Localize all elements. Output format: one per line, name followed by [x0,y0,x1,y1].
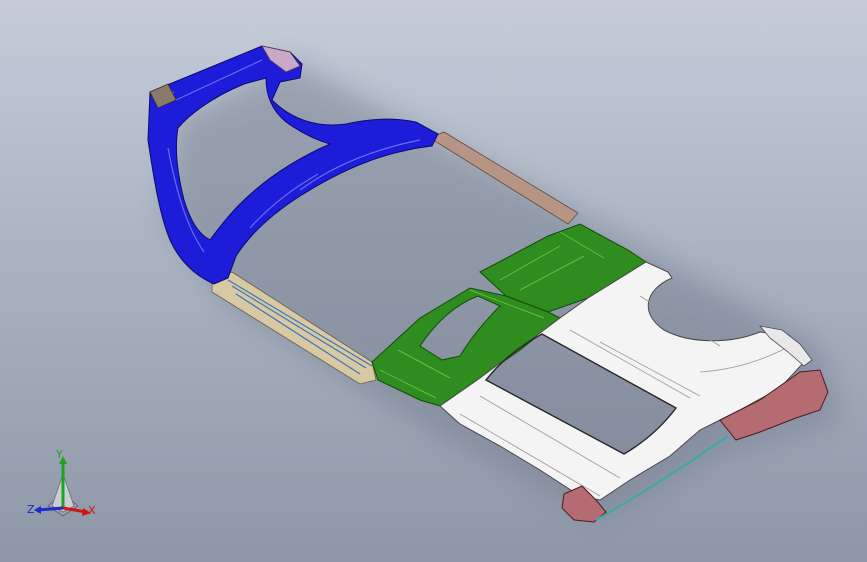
triad-label-z: Z [27,503,35,516]
triad-label-y: Y [56,448,63,461]
triad-label-x: X [88,504,96,517]
coordinate-triad: Y Z X [26,448,106,524]
roof-frame-model[interactable] [0,0,867,562]
z-axis-arrow [34,506,41,514]
z-axis-line [37,506,64,512]
graphics-viewport[interactable]: Y Z X [0,0,867,562]
